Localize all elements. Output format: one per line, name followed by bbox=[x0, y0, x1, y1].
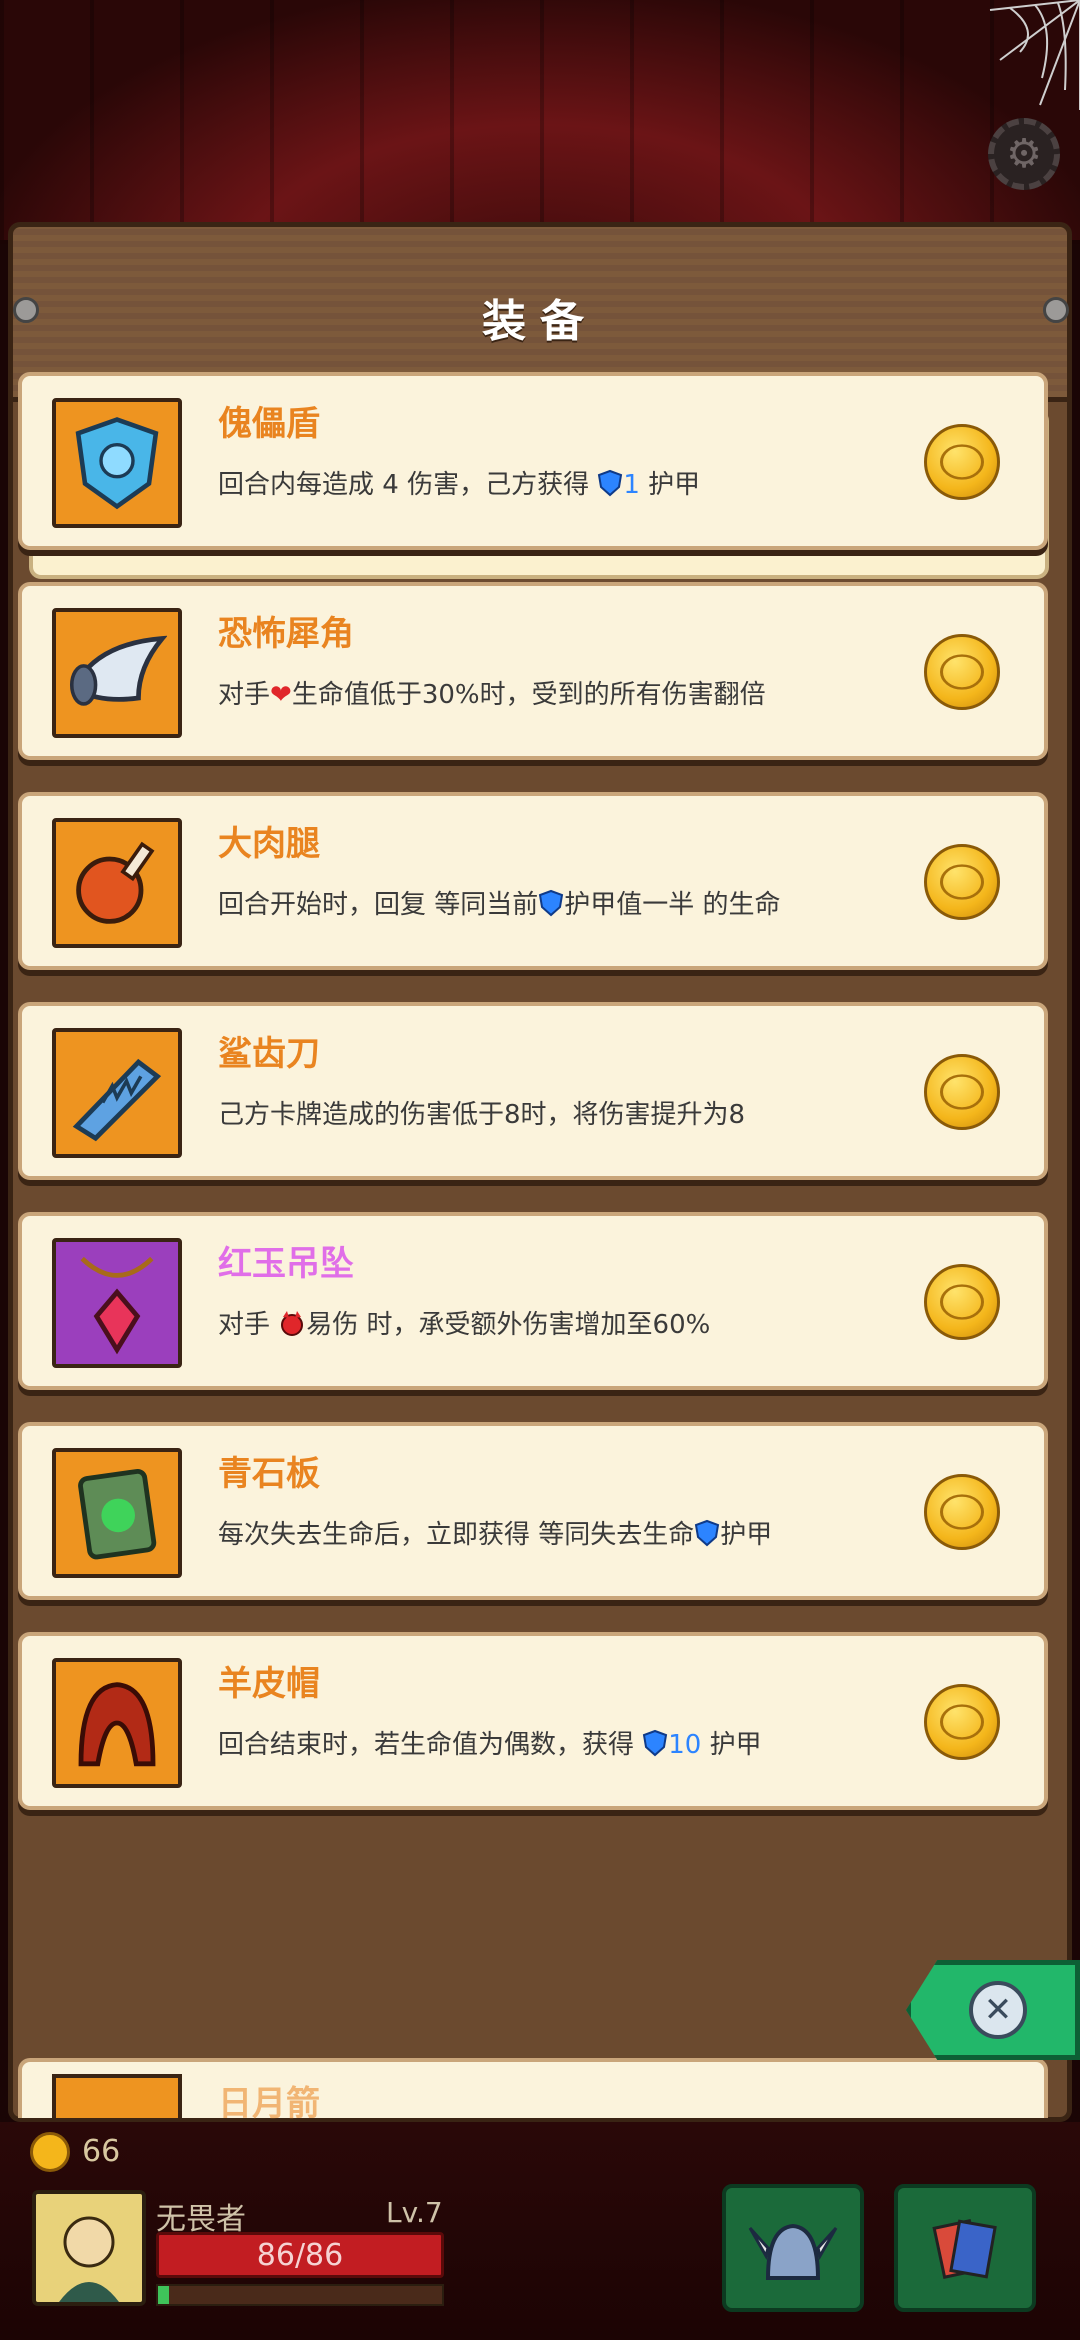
item-description: 对手❤生命值低于30%时，受到的所有伤害翻倍 bbox=[218, 680, 766, 710]
item-name: 大肉腿 bbox=[218, 824, 320, 864]
spider-web-icon bbox=[989, 0, 1080, 110]
item-name: 青石板 bbox=[218, 1454, 320, 1494]
card-deck-button[interactable] bbox=[894, 2184, 1036, 2312]
avatar[interactable] bbox=[32, 2190, 146, 2306]
pendant-icon bbox=[80, 1256, 154, 1355]
sell-coin-icon[interactable] bbox=[924, 1684, 1000, 1760]
vulnerable-devil-icon bbox=[281, 1311, 304, 1336]
item-thumbnail bbox=[52, 1028, 182, 1158]
gold-coin-icon bbox=[30, 2132, 70, 2172]
close-icon: ✕ bbox=[969, 1981, 1027, 2039]
equipment-card[interactable]: 鲨齿刀 己方卡牌造成的伤害低于8时，将伤害提升为8 bbox=[18, 1002, 1048, 1180]
armor-shield-icon bbox=[695, 1519, 720, 1547]
sell-coin-icon[interactable] bbox=[924, 634, 1000, 710]
card-deck-icon bbox=[932, 2219, 997, 2279]
xp-bar bbox=[156, 2284, 444, 2306]
item-description: 回合开始时，回复 等同当前 护甲值一半 的生命 bbox=[218, 889, 781, 920]
hp-bar: 86/86 bbox=[156, 2232, 444, 2278]
item-thumbnail bbox=[52, 818, 182, 948]
item-name: 羊皮帽 bbox=[218, 1664, 320, 1704]
item-thumbnail bbox=[52, 398, 182, 528]
puppet-shield-icon bbox=[75, 417, 159, 510]
sell-coin-icon[interactable] bbox=[924, 1264, 1000, 1340]
helmet-equipment-button[interactable] bbox=[722, 2184, 864, 2312]
close-button[interactable]: ✕ bbox=[906, 1960, 1080, 2060]
heart-icon: ❤ bbox=[270, 680, 292, 710]
sell-coin-icon[interactable] bbox=[924, 424, 1000, 500]
item-name: 傀儡盾 bbox=[218, 404, 320, 444]
item-description: 回合结束时，若生命值为偶数，获得 10 护甲 bbox=[218, 1729, 762, 1760]
nail-icon bbox=[1043, 297, 1069, 323]
equipment-card-partial[interactable]: 日月箭 bbox=[18, 2058, 1048, 2124]
sell-coin-icon[interactable] bbox=[924, 844, 1000, 920]
background-arch bbox=[0, 0, 1080, 244]
equipment-card[interactable]: 羊皮帽 回合结束时，若生命值为偶数，获得 10 护甲 bbox=[18, 1632, 1048, 1810]
equipment-card[interactable]: 大肉腿 回合开始时，回复 等同当前 护甲值一半 的生命 bbox=[18, 792, 1048, 970]
shark-blade-icon bbox=[72, 1058, 162, 1142]
xp-fill bbox=[158, 2286, 170, 2304]
item-thumbnail bbox=[52, 1448, 182, 1578]
sell-coin-icon[interactable] bbox=[924, 1054, 1000, 1130]
item-name: 红玉吊坠 bbox=[218, 1244, 354, 1284]
winged-helmet-icon bbox=[748, 2223, 838, 2280]
item-thumbnail bbox=[52, 608, 182, 738]
sell-coin-icon[interactable] bbox=[924, 1474, 1000, 1550]
player-level: Lv.7 bbox=[386, 2196, 443, 2229]
item-description: 回合内每造成 4 伤害，己方获得 1 护甲 bbox=[218, 469, 701, 500]
armor-shield-icon bbox=[598, 469, 623, 497]
sheepskin-hat-icon bbox=[78, 1682, 156, 1767]
item-thumbnail bbox=[52, 1658, 182, 1788]
stone-slab-icon bbox=[78, 1468, 157, 1560]
page-title: 装备 bbox=[482, 296, 598, 347]
gold-count: 66 bbox=[82, 2134, 121, 2169]
equipment-card[interactable]: 青石板 每次失去生命后，立即获得 等同失去生命 护甲 bbox=[18, 1422, 1048, 1600]
item-description: 己方卡牌造成的伤害低于8时，将伤害提升为8 bbox=[218, 1100, 746, 1130]
item-name: 鲨齿刀 bbox=[218, 1034, 320, 1074]
item-name: 恐怖犀角 bbox=[218, 614, 354, 654]
hero-portrait-icon bbox=[59, 2216, 119, 2302]
item-description: 对手 易伤 时，承受额外伤害增加至60% bbox=[218, 1310, 711, 1340]
armor-shield-icon bbox=[539, 889, 564, 917]
item-thumbnail bbox=[52, 2074, 182, 2118]
item-description: 每次失去生命后，立即获得 等同失去生命 护甲 bbox=[218, 1519, 773, 1550]
meat-leg-icon bbox=[76, 841, 155, 924]
item-name: 日月箭 bbox=[218, 2084, 320, 2124]
settings-gear-icon[interactable]: ⚙ bbox=[988, 118, 1060, 190]
horn-icon bbox=[69, 635, 167, 706]
equipment-card[interactable]: 傀儡盾 回合内每造成 4 伤害，己方获得 1 护甲 bbox=[18, 372, 1048, 550]
item-thumbnail bbox=[52, 1238, 182, 1368]
equipment-card[interactable]: 恐怖犀角 对手❤生命值低于30%时，受到的所有伤害翻倍 bbox=[18, 582, 1048, 760]
equipment-list: 傀儡盾 回合内每造成 4 伤害，己方获得 1 护甲 恐怖犀角 对手❤生命值低于3… bbox=[10, 372, 1054, 1842]
armor-shield-icon bbox=[643, 1729, 668, 1757]
equipment-card[interactable]: 红玉吊坠 对手 易伤 时，承受额外伤害增加至60% bbox=[18, 1212, 1048, 1390]
